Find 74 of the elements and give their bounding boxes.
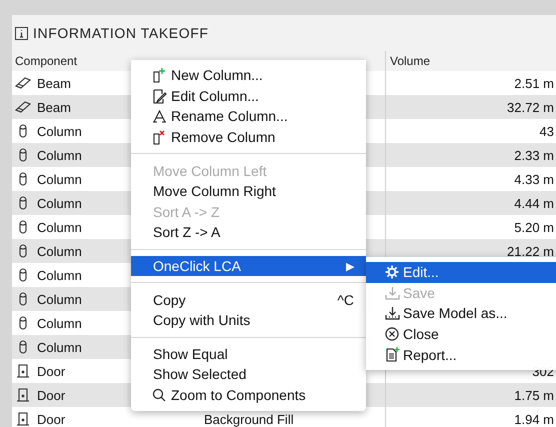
table-cell: Door <box>37 364 66 378</box>
beam-icon <box>15 101 31 113</box>
menu-item[interactable]: Zoom to Components <box>131 384 366 406</box>
menu-item[interactable]: Show Equal <box>131 344 366 364</box>
download-icon <box>385 306 400 320</box>
table-cell: 4.33 m <box>514 172 554 186</box>
info-icon <box>15 26 28 40</box>
table-cell: Column <box>37 220 82 234</box>
column-header[interactable]: Component <box>15 54 78 68</box>
beam-icon <box>15 77 31 89</box>
table-cell: Column <box>37 196 82 210</box>
menu-item[interactable]: Save Model as... <box>366 303 556 324</box>
table-cell: Column <box>37 340 82 354</box>
table-cell: 5.20 m <box>514 220 554 234</box>
text-icon <box>152 109 167 124</box>
edit-icon <box>152 88 167 104</box>
column-icon <box>18 196 28 210</box>
table-cell: 32.72 m <box>507 100 554 114</box>
panel-title: INFORMATION TAKEOFF <box>33 25 209 41</box>
table-cell: 43 <box>540 124 554 138</box>
table-cell: 21.22 m <box>507 244 554 258</box>
door-icon <box>17 364 29 378</box>
table-cell: Column <box>37 268 82 282</box>
table-cell: Column <box>37 172 82 186</box>
close-icon <box>385 326 399 341</box>
submenu-arrow: ▶ <box>346 260 354 273</box>
column-icon <box>18 124 28 138</box>
menu-item[interactable]: New Column... <box>131 65 366 86</box>
column-header[interactable]: Volume <box>390 54 430 68</box>
table-cell: Door <box>37 388 66 402</box>
table-cell: Column <box>37 244 82 258</box>
column-icon <box>18 244 28 258</box>
menu-item[interactable]: Rename Column... <box>131 106 366 127</box>
table-cell: Background Fill <box>204 412 294 426</box>
report-icon <box>385 347 400 362</box>
menu-item[interactable]: Show Selected <box>131 364 366 385</box>
table-cell: Beam <box>37 100 71 114</box>
menu-item[interactable]: Move Column Right <box>131 180 366 202</box>
menu-item[interactable]: Remove Column <box>131 126 366 148</box>
table-cell: 2.33 m <box>514 148 554 162</box>
menu-item[interactable]: Edit... <box>366 262 556 283</box>
table-cell: Beam <box>37 76 71 90</box>
table-cell: Column <box>37 316 82 330</box>
table-cell: Column <box>37 148 82 162</box>
door-icon <box>17 412 29 426</box>
table-cell: Door <box>37 412 66 426</box>
table-cell: Column <box>37 292 82 306</box>
door-icon <box>17 388 29 402</box>
shortcut-label: ^C <box>337 292 354 308</box>
column-icon <box>18 268 28 282</box>
column-icon <box>18 172 28 186</box>
new-column-icon <box>152 68 166 83</box>
menu-item[interactable]: Close <box>366 324 556 344</box>
settings-icon <box>385 265 399 279</box>
menu-item[interactable]: Copy ^C <box>131 289 366 310</box>
column-icon <box>18 292 28 306</box>
table-cell: 302 <box>532 364 554 378</box>
menu-item[interactable]: Edit Column... <box>131 86 366 106</box>
download-icon <box>385 286 400 300</box>
table-cell: 2.51 m <box>514 76 554 90</box>
search-icon <box>152 388 166 402</box>
column-icon <box>18 316 28 330</box>
column-icon <box>18 220 28 234</box>
table-cell: Column <box>37 124 82 138</box>
column-icon <box>18 148 28 162</box>
remove-column-icon <box>152 130 166 145</box>
table-cell: 4.44 m <box>514 196 554 210</box>
table-cell: 1.75 m <box>514 388 554 402</box>
menu-item[interactable]: Sort Z -> A <box>131 222 366 243</box>
menu-item[interactable]: Report... <box>366 344 556 365</box>
table-cell: 1.94 m <box>514 412 554 426</box>
column-icon <box>18 340 28 354</box>
menu-item[interactable]: OneClick LCA ▶ <box>131 256 366 276</box>
menu-item[interactable]: Copy with Units <box>131 310 366 331</box>
